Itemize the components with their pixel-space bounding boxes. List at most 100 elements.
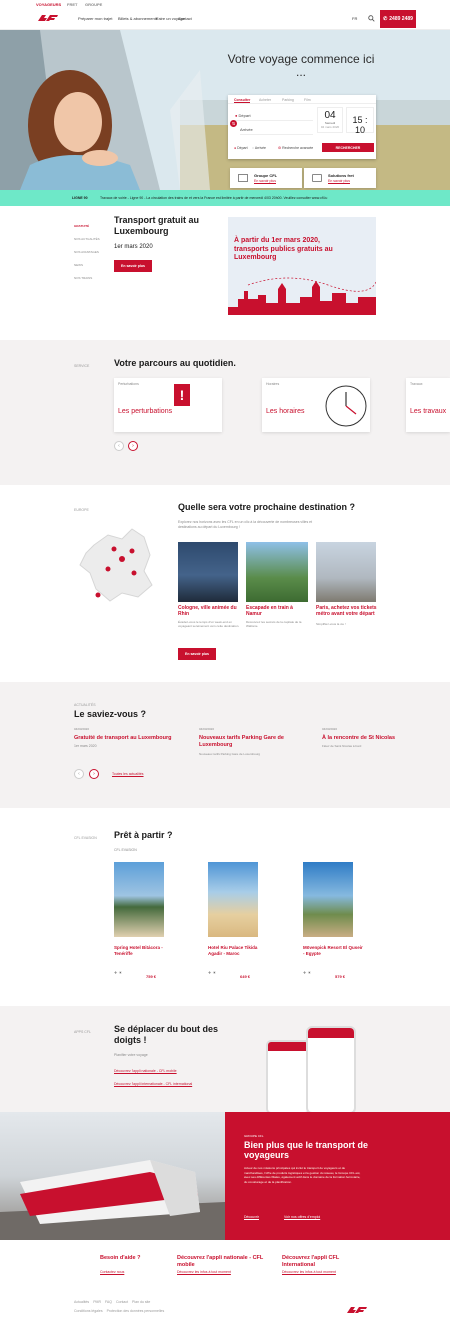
card-fret-link[interactable]: En savoir plus [328,179,350,183]
footer-cfl-logo[interactable] [344,1305,370,1315]
hotel-price-1: 759 € [146,974,157,979]
footer-link-plan[interactable]: Plan du site [132,1300,150,1304]
truck-icon [312,174,322,182]
news-tabs: GRATUITÉ NOS ACTUALITÉS NOS AVANTAGES NE… [74,220,100,285]
tile-perturbations-label: Les perturbations [118,408,173,415]
tab-consulter[interactable]: Consulter [234,98,251,103]
groupe-label: GROUPE CFL [244,1134,264,1138]
paris-title[interactable]: Paris, achetez vos tickets métro avant v… [316,605,378,617]
saviez-desc-3: Fêtez de Saint Nicolas à bord [322,744,362,748]
news-tab-news[interactable]: NEWS [74,259,100,272]
footer-link-protection[interactable]: Protection des données personnelles [107,1309,165,1313]
hotel-image-1[interactable] [114,862,164,937]
featured-button[interactable]: En savoir plus [114,260,152,272]
news-tab-gratuite[interactable]: GRATUITÉ [74,220,100,233]
hotel-title-2[interactable]: Hotel Riu Palace Tikida Agadir - Maroc [208,945,268,957]
phone-button[interactable]: ✆ 2489 2489 [380,10,416,28]
card-groupe-cfl[interactable]: Groupe CFL En savoir plus [230,168,302,188]
footer-link-pmr[interactable]: PMR [93,1300,101,1304]
app-link-national[interactable]: Découvrez l'appli nationale - CFL mobile [114,1069,177,1073]
cologne-image[interactable] [178,542,238,602]
saviez-title-1[interactable]: Gratuité de transport au Luxembourg [74,735,192,742]
saviez-all-link[interactable]: Toutes les actualités [112,772,144,776]
news-tab-avantages[interactable]: NOS AVANTAGES [74,246,100,259]
groupe-link-emploi[interactable]: Voir nos offres d'emploi [284,1215,320,1219]
date-day: 04 [324,110,336,121]
saviez-desc-1: 1er mars 2020 [74,744,97,748]
footer-link-faq[interactable]: FAQ [105,1300,112,1304]
pret-title: Prêt à partir ? [114,830,173,840]
tile-travaux[interactable]: Travaux Les travaux [406,378,450,432]
tile-horaires[interactable]: Horaires Les horaires [262,378,370,432]
card-solutions-fret[interactable]: Solutions fret En savoir plus [304,168,376,188]
time-picker[interactable]: 15 : 10 [346,107,374,135]
option-arrivee[interactable]: ○ Arrivée [252,146,266,150]
from-field[interactable]: ● Départ [235,113,313,121]
footer-app-international-link[interactable]: Découvrez les infos à tout moment [282,1270,336,1274]
namur-title[interactable]: Escapade en train à Namur [246,605,308,617]
footer-help-link[interactable]: Contactez nous [100,1270,124,1274]
nav-billets[interactable]: Billets & abonnements [118,16,158,21]
groupe-link-decouvrir[interactable]: Découvrir [244,1215,259,1219]
saviez-label: ACTUALITÉS [74,703,96,707]
topbar-voyageurs[interactable]: VOYAGEURS [36,2,61,7]
clock-icon [325,385,367,427]
saviez-next-button[interactable]: › [89,769,99,779]
saviez-date-1: 04/03/2020 [74,727,90,731]
footer-links-row-1: Actualités PMR FAQ Contact Plan du site [74,1300,150,1304]
hero-title: Votre voyage commence ici ... [227,52,375,79]
hotel-title-3[interactable]: Mövenpick Resort El Quseir - Egypte [303,945,363,957]
footer-link-actualites[interactable]: Actualités [74,1300,89,1304]
tab-parking[interactable]: Parking [282,98,294,102]
option-depart[interactable]: ● Départ [234,146,248,150]
nav-contact[interactable]: Contact [178,16,192,21]
phone-icon: ✆ [383,16,388,22]
info-ticker[interactable]: LIGNE 90 Travaux de voirie - Ligne 90 - … [0,190,450,206]
topbar-groupe[interactable]: GROUPE [85,2,102,7]
saviez-title-2[interactable]: Nouveaux tarifs Parking Gare de Luxembou… [199,735,303,748]
topbar-fret[interactable]: FRET [67,2,77,7]
tile-perturbations[interactable]: Perturbations Les perturbations ! [114,378,222,432]
language-select[interactable]: FR [352,16,357,21]
hotel-title-1[interactable]: Spring Hotel Bitácora - Tenériffe [114,945,174,957]
cfl-logo[interactable] [36,13,60,23]
saviez-title-3[interactable]: À la rencontre de St Nicolas [322,735,432,742]
paris-image[interactable] [316,542,376,602]
option-advanced[interactable]: ⚙ Recherche avancée [278,146,313,150]
parcours-prev-button[interactable]: ‹ [114,441,124,451]
destination-button[interactable]: En savoir plus [178,648,216,660]
footer-link-conditions[interactable]: Conditions légales [74,1309,103,1313]
namur-image[interactable] [246,542,308,602]
card-groupe-link[interactable]: En savoir plus [254,179,276,183]
featured-title: Transport gratuit au Luxembourg [114,215,200,236]
europe-map-icon[interactable] [74,515,170,611]
pret-sub: CFL EVASION [114,848,137,852]
featured-banner[interactable]: À partir du 1er mars 2020, transports pu… [228,217,376,315]
hotel-image-3[interactable] [303,862,353,937]
date-sub: 04 mars 2020 [320,125,340,129]
to-field[interactable]: Arrivée [240,127,313,135]
date-picker[interactable]: 04 Samedi 04 mars 2020 [317,107,343,133]
train-image [0,1112,225,1240]
search-icon[interactable] [368,15,375,22]
hotel-price-2: 649 € [240,974,251,979]
card-fret-title: Solutions fret [328,173,354,178]
app-title: Se déplacer du bout des doigts ! [114,1024,219,1045]
footer-app-national-link[interactable]: Découvrez les infos à tout moment [177,1270,231,1274]
app-link-international[interactable]: Découvrez l'appli internationale - CFL i… [114,1082,192,1086]
parcours-next-button[interactable]: › [128,441,138,451]
swap-icon[interactable]: ⇅ [230,120,237,127]
hotel-image-2[interactable] [208,862,258,937]
hotel-amenity-icons-1: ✈ ☀ [114,970,123,975]
footer-link-contact[interactable]: Contact [116,1300,128,1304]
tab-film[interactable]: Film [304,98,311,102]
cologne-title[interactable]: Cologne, ville animée du Rhin [178,605,240,617]
search-button[interactable]: RECHERCHER [322,143,374,152]
ticker-text: Travaux de voirie - Ligne 90 - La circul… [100,196,328,200]
nav-preparer[interactable]: Préparer mon trajet [78,16,112,21]
saviez-prev-button[interactable]: ‹ [74,769,84,779]
tab-acheter[interactable]: Acheter [259,98,271,102]
news-tab-trains[interactable]: NOS TRAINS [74,272,100,285]
destination-label: EUROPE [74,508,89,512]
news-tab-actualites[interactable]: NOS ACTUALITÉS [74,233,100,246]
